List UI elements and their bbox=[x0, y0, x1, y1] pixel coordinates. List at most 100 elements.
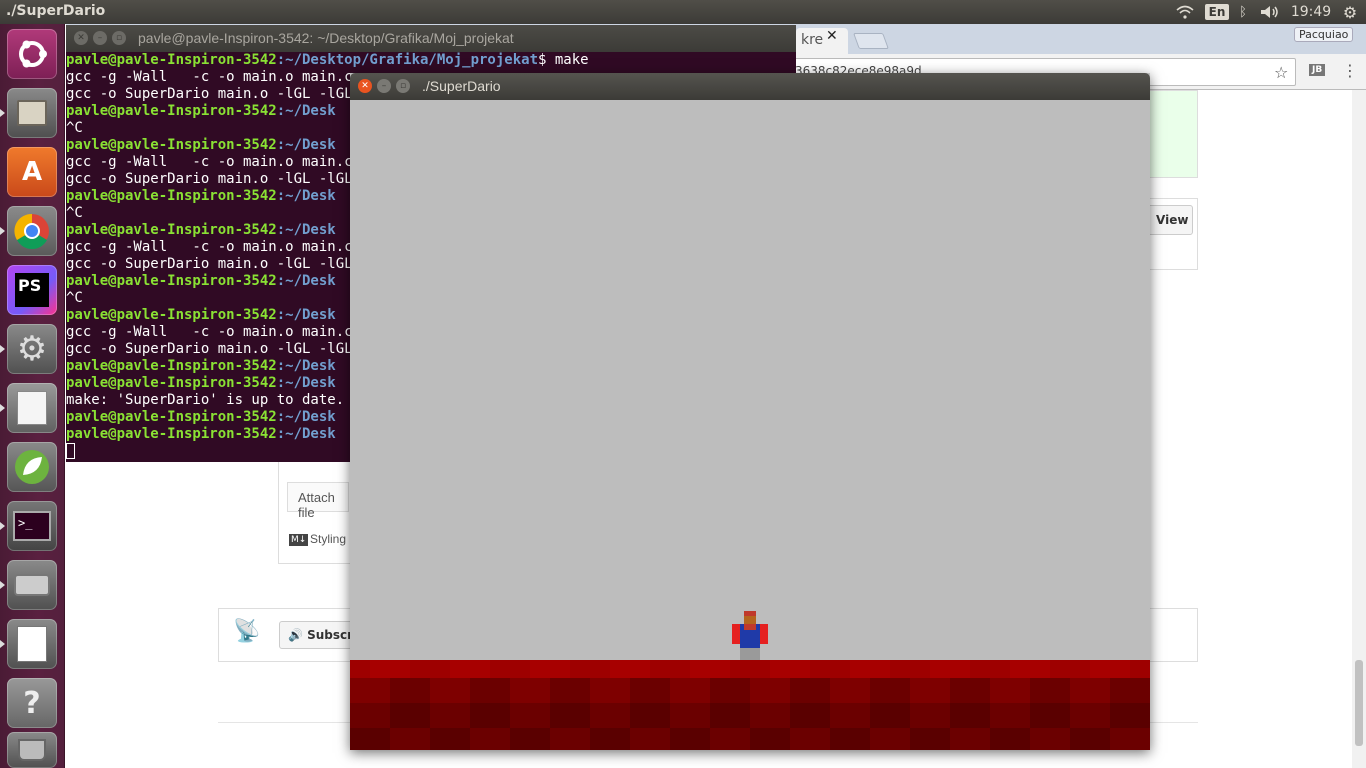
floor-top-tile bbox=[770, 660, 790, 678]
floor-tile bbox=[430, 678, 470, 703]
launcher-files-icon[interactable] bbox=[7, 88, 57, 138]
launcher-spring-icon[interactable] bbox=[7, 442, 57, 492]
markdown-icon: M↓ bbox=[289, 534, 309, 546]
floor-tile bbox=[990, 728, 1030, 750]
prompt-path: :~/Desk bbox=[276, 409, 336, 425]
floor-tile bbox=[510, 678, 550, 703]
jetbrains-extension-icon[interactable]: JB bbox=[1309, 64, 1326, 76]
floor-tile bbox=[1030, 703, 1070, 728]
game-canvas[interactable] bbox=[350, 100, 1150, 672]
floor-tile bbox=[990, 678, 1030, 703]
settings-icon[interactable]: ⚙ bbox=[1338, 0, 1362, 24]
launcher-system-settings-icon[interactable]: ⚙ bbox=[7, 324, 57, 374]
styling-label: Styling bbox=[310, 532, 347, 546]
running-indicator bbox=[0, 345, 5, 353]
launcher-help-icon[interactable]: ? bbox=[7, 678, 57, 728]
attach-file-area[interactable]: Attach file bbox=[287, 482, 349, 520]
close-icon[interactable]: ✕ bbox=[74, 31, 88, 45]
prompt-path: :~/Desk bbox=[276, 375, 336, 391]
close-icon[interactable]: ✕ bbox=[358, 79, 372, 93]
floor-tile bbox=[830, 678, 870, 703]
launcher-writer-icon[interactable] bbox=[7, 619, 57, 669]
floor-top-tile bbox=[450, 660, 470, 678]
clock[interactable]: 19:49 bbox=[1290, 0, 1332, 24]
prompt-user: pavle@pavle-Inspiron-3542 bbox=[66, 137, 277, 153]
terminal-cursor bbox=[66, 443, 75, 459]
floor-top-tile bbox=[530, 660, 550, 678]
prompt-user: pavle@pavle-Inspiron-3542 bbox=[66, 409, 277, 425]
game-title: ./SuperDario bbox=[422, 78, 501, 94]
prompt-user: pavle@pavle-Inspiron-3542 bbox=[66, 103, 277, 119]
broadcast-icon: 📡 bbox=[233, 619, 261, 644]
launcher-phpstorm-icon[interactable]: PS bbox=[7, 265, 57, 315]
floor-tile bbox=[950, 703, 990, 728]
launcher-trash-icon[interactable] bbox=[7, 732, 57, 768]
launcher-chrome-icon[interactable] bbox=[7, 206, 57, 256]
prompt-user: pavle@pavle-Inspiron-3542 bbox=[66, 188, 277, 204]
superdario-window: ✕ – ▫ ./SuperDario bbox=[350, 73, 1150, 750]
new-tab-button[interactable] bbox=[853, 33, 889, 49]
terminal-title: pavle@pavle-Inspiron-3542: ~/Desktop/Gra… bbox=[138, 30, 514, 46]
floor-tile bbox=[510, 728, 550, 750]
prompt-path: :~/Desk bbox=[276, 273, 336, 289]
top-panel: ./SuperDario En ᛒ 19:49 ⚙ bbox=[0, 0, 1366, 24]
floor-tile bbox=[390, 703, 430, 728]
floor-top-tile bbox=[1090, 660, 1110, 678]
floor-tile bbox=[590, 678, 630, 703]
floor-tile bbox=[350, 678, 390, 703]
browser-tab[interactable]: kre bbox=[796, 28, 848, 54]
floor-tile bbox=[670, 728, 710, 750]
floor-tile bbox=[830, 728, 870, 750]
game-floor bbox=[350, 660, 1150, 750]
floor-top-tile bbox=[850, 660, 870, 678]
browser-tab-label: kre bbox=[801, 32, 824, 48]
running-indicator bbox=[0, 640, 5, 648]
launcher-ubuntu-dash-icon[interactable] bbox=[7, 29, 57, 79]
floor-tile bbox=[910, 678, 950, 703]
floor-top-tile bbox=[1030, 660, 1050, 678]
keyboard-layout-indicator[interactable]: En bbox=[1204, 0, 1230, 24]
terminal-titlebar[interactable]: ✕ – ▫ pavle@pavle-Inspiron-3542: ~/Deskt… bbox=[66, 25, 796, 52]
floor-tile bbox=[910, 728, 950, 750]
floor-top-tile bbox=[550, 660, 570, 678]
player-shirt bbox=[744, 624, 756, 630]
minimize-icon[interactable]: – bbox=[93, 31, 107, 45]
prompt-user: pavle@pavle-Inspiron-3542 bbox=[66, 426, 277, 442]
launcher-software-center-icon[interactable]: A bbox=[7, 147, 57, 197]
floor-top-tile bbox=[630, 660, 650, 678]
maximize-icon[interactable]: ▫ bbox=[396, 79, 410, 93]
floor-tile bbox=[550, 703, 590, 728]
floor-tile bbox=[870, 703, 910, 728]
subscribe-button[interactable]: 🔊 Subscr bbox=[279, 621, 359, 649]
terminal-line: pavle@pavle-Inspiron-3542:~/Desktop/Graf… bbox=[66, 52, 796, 69]
prompt-path: :~/Desk bbox=[276, 137, 336, 153]
launcher-text-editor-icon[interactable] bbox=[7, 383, 57, 433]
running-indicator bbox=[0, 581, 5, 589]
running-indicator bbox=[0, 522, 5, 530]
bluetooth-icon[interactable]: ᛒ bbox=[1234, 0, 1252, 24]
bookmark-star-icon[interactable]: ☆ bbox=[1274, 63, 1288, 82]
menu-kebab-icon[interactable]: ⋮ bbox=[1342, 61, 1358, 80]
maximize-icon[interactable]: ▫ bbox=[112, 31, 126, 45]
game-titlebar[interactable]: ✕ – ▫ ./SuperDario bbox=[350, 73, 1150, 100]
prompt-user: pavle@pavle-Inspiron-3542 bbox=[66, 307, 277, 323]
running-indicator bbox=[0, 404, 5, 412]
page-scrollbar[interactable] bbox=[1352, 90, 1366, 768]
minimize-icon[interactable]: – bbox=[377, 79, 391, 93]
floor-top-tile bbox=[950, 660, 970, 678]
prompt-path: :~/Desk bbox=[276, 103, 336, 119]
volume-icon[interactable] bbox=[1258, 0, 1282, 24]
floor-tile bbox=[430, 728, 470, 750]
prompt-command: $ make bbox=[538, 52, 589, 68]
floor-tile bbox=[710, 703, 750, 728]
profile-button[interactable]: Pacquiao bbox=[1294, 27, 1354, 42]
launcher-terminal-icon[interactable]: >_ bbox=[7, 501, 57, 551]
prompt-user: pavle@pavle-Inspiron-3542 bbox=[66, 222, 277, 238]
wifi-icon[interactable] bbox=[1172, 0, 1198, 24]
scrollbar-thumb[interactable] bbox=[1355, 660, 1363, 746]
floor-tile bbox=[350, 728, 390, 750]
tab-close-icon[interactable]: ✕ bbox=[826, 28, 838, 44]
view-button[interactable]: View bbox=[1143, 205, 1193, 235]
launcher-printer-icon[interactable] bbox=[7, 560, 57, 610]
floor-top-tile bbox=[370, 660, 390, 678]
